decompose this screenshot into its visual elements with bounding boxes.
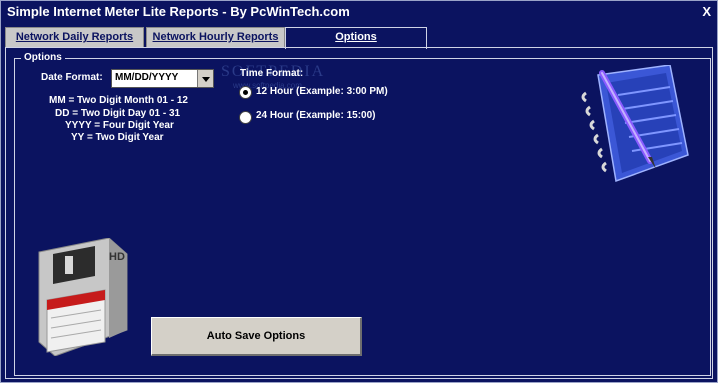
date-format-value: MM/DD/YYYY [115,72,179,83]
time-format-label: Time Format: [240,68,304,79]
tab-network-hourly-reports[interactable]: Network Hourly Reports [146,27,285,48]
help-day: DD = Two Digit Day 01 - 31 [55,108,181,119]
window-title: Simple Internet Meter Lite Reports - By … [7,4,350,19]
options-group-label: Options [21,52,65,63]
date-format-select[interactable]: MM/DD/YYYY [111,69,214,88]
tab-network-daily-reports[interactable]: Network Daily Reports [5,27,144,48]
chevron-down-icon[interactable] [197,70,213,87]
radio-selected-dot [243,90,248,95]
radio-12-hour[interactable] [239,86,252,99]
date-format-label: Date Format: [41,72,103,83]
auto-save-options-button[interactable]: Auto Save Options [151,317,362,356]
time-12-hour-label: 12 Hour (Example: 3:00 PM) [256,86,388,97]
app-window: Simple Internet Meter Lite Reports - By … [0,0,718,383]
time-24-hour-label: 24 Hour (Example: 15:00) [256,110,376,121]
floppy-disk-icon: HD [38,238,128,356]
help-four-year: YYYY = Four Digit Year [65,120,174,131]
help-month: MM = Two Digit Month 01 - 12 [49,95,188,106]
notebook-pen-icon [581,65,689,183]
floppy-hd-label: HD [109,251,125,263]
tab-options[interactable]: Options [285,27,427,49]
title-bar: Simple Internet Meter Lite Reports - By … [1,1,717,23]
close-button[interactable]: X [702,4,711,19]
radio-24-hour[interactable] [239,111,252,124]
help-two-year: YY = Two Digit Year [71,132,164,143]
